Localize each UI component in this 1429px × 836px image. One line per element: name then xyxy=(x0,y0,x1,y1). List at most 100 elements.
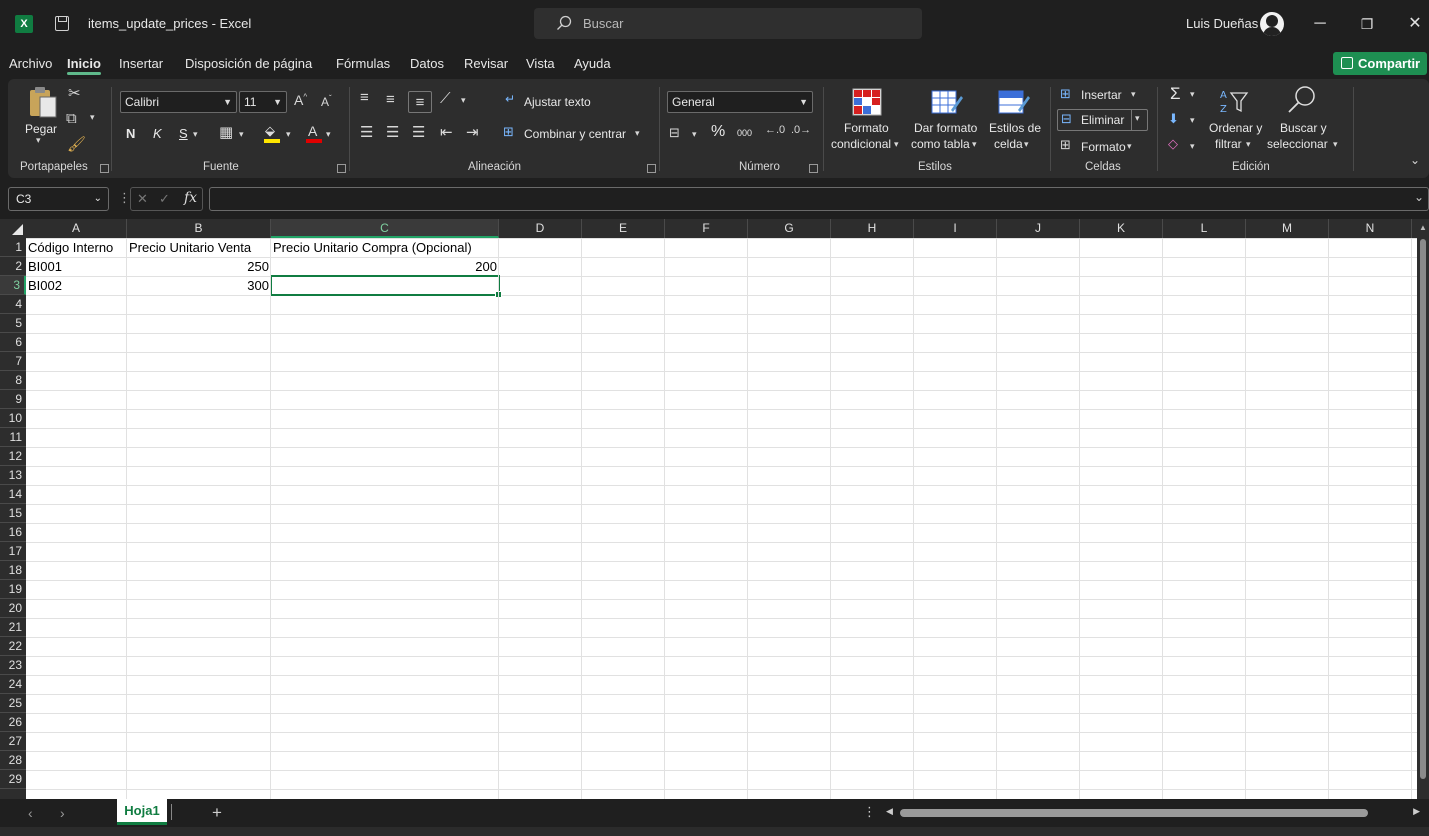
bold-button[interactable]: N xyxy=(126,126,135,141)
row-header-19[interactable]: 19 xyxy=(0,580,26,599)
add-sheet-button[interactable]: + xyxy=(212,803,222,823)
horizontal-scrollbar[interactable]: ◀ ▶ xyxy=(886,806,1420,819)
scroll-right-icon[interactable]: ▶ xyxy=(1413,806,1420,817)
row-header-2[interactable]: 2 xyxy=(0,257,26,276)
row-header-15[interactable]: 15 xyxy=(0,504,26,523)
row-header-1[interactable]: 1 xyxy=(0,238,26,257)
autosum-chevron-icon[interactable]: ▾ xyxy=(1190,89,1195,100)
table-chevron-icon[interactable]: ▾ xyxy=(972,139,977,150)
decrease-font-icon[interactable]: Aˇ xyxy=(321,94,332,109)
column-header-l[interactable]: L xyxy=(1163,219,1246,238)
cut-icon[interactable]: ✂ xyxy=(68,84,81,102)
clear-icon[interactable]: ◇ xyxy=(1168,136,1178,152)
format-cells-icon[interactable]: ⊞ xyxy=(1060,137,1071,153)
increase-decimal-icon[interactable]: ←.0 xyxy=(765,124,785,136)
currency-chevron-icon[interactable]: ▾ xyxy=(692,129,697,140)
name-box[interactable]: C3 ⌄ xyxy=(8,187,109,211)
row-header-10[interactable]: 10 xyxy=(0,409,26,428)
tab-vista[interactable]: Vista xyxy=(526,56,555,71)
format-as-table-line1[interactable]: Dar formato xyxy=(914,121,977,135)
tab-archivo[interactable]: Archivo xyxy=(9,56,52,71)
row-header-3[interactable]: 3 xyxy=(0,276,26,295)
scroll-left-icon[interactable]: ◀ xyxy=(886,806,893,817)
conditional-format-line1[interactable]: Formato xyxy=(844,121,889,135)
row-header-5[interactable]: 5 xyxy=(0,314,26,333)
format-chevron-icon[interactable]: ▾ xyxy=(1127,141,1132,152)
currency-icon[interactable]: ⊟ xyxy=(669,125,680,141)
conditional-format-icon[interactable] xyxy=(852,88,882,116)
row-header-18[interactable]: 18 xyxy=(0,561,26,580)
row-header-21[interactable]: 21 xyxy=(0,618,26,637)
row-header-29[interactable]: 29 xyxy=(0,770,26,789)
row-header-20[interactable]: 20 xyxy=(0,599,26,618)
collapse-ribbon-icon[interactable]: ⌄ xyxy=(1410,153,1420,167)
format-cells-button[interactable]: Formato xyxy=(1081,140,1126,154)
cell-styles-chevron-icon[interactable]: ▾ xyxy=(1024,139,1029,150)
align-middle-icon[interactable]: ≡ xyxy=(386,91,395,108)
clear-chevron-icon[interactable]: ▾ xyxy=(1190,141,1195,152)
minimize-button[interactable]: ─ xyxy=(1310,14,1330,34)
decrease-indent-icon[interactable]: ⇤ xyxy=(440,123,453,141)
insert-cells-icon[interactable]: ⊞ xyxy=(1060,86,1071,102)
clipboard-launcher-icon[interactable] xyxy=(100,164,109,173)
active-cell-C3[interactable] xyxy=(270,275,502,298)
italic-button[interactable]: K xyxy=(153,126,162,141)
row-header-12[interactable]: 12 xyxy=(0,447,26,466)
borders-icon[interactable]: ▦ xyxy=(219,123,233,141)
row-header-26[interactable]: 26 xyxy=(0,713,26,732)
row-header-9[interactable]: 9 xyxy=(0,390,26,409)
row-header-24[interactable]: 24 xyxy=(0,675,26,694)
underline-chevron-icon[interactable]: ▾ xyxy=(193,129,198,140)
tab-splitter-icon[interactable]: ⋮ xyxy=(863,804,876,820)
column-header-e[interactable]: E xyxy=(582,219,665,238)
row-header-28[interactable]: 28 xyxy=(0,751,26,770)
tab-inicio[interactable]: Inicio xyxy=(67,56,101,75)
increase-indent-icon[interactable]: ⇥ xyxy=(466,123,479,141)
alignment-launcher-icon[interactable] xyxy=(647,164,656,173)
number-launcher-icon[interactable] xyxy=(809,164,818,173)
select-all-button[interactable] xyxy=(0,219,26,238)
next-sheet-icon[interactable]: › xyxy=(60,805,65,821)
close-button[interactable]: ✕ xyxy=(1405,14,1425,34)
prev-sheet-icon[interactable]: ‹ xyxy=(28,805,33,821)
copy-chevron-icon[interactable]: ▾ xyxy=(90,112,95,123)
borders-chevron-icon[interactable]: ▾ xyxy=(239,129,244,140)
paste-label[interactable]: Pegar xyxy=(25,122,57,136)
align-center-icon[interactable]: ☰ xyxy=(386,123,399,141)
row-header-22[interactable]: 22 xyxy=(0,637,26,656)
delete-cells-button[interactable]: ⊟ Eliminar ▾ xyxy=(1057,109,1148,131)
column-header-h[interactable]: H xyxy=(831,219,914,238)
column-header-k[interactable]: K xyxy=(1080,219,1163,238)
cell-B1[interactable]: Precio Unitario Venta xyxy=(127,238,271,257)
row-header-16[interactable]: 16 xyxy=(0,523,26,542)
search-box[interactable]: Buscar xyxy=(534,8,922,39)
insert-function-button[interactable]: fx xyxy=(184,190,197,206)
autosum-icon[interactable]: Σ xyxy=(1170,84,1181,104)
cell-C1[interactable]: Precio Unitario Compra (Opcional) xyxy=(271,238,499,257)
decrease-decimal-icon[interactable]: .0→ xyxy=(791,124,811,136)
row-header-25[interactable]: 25 xyxy=(0,694,26,713)
find-select-line1[interactable]: Buscar y xyxy=(1280,121,1327,135)
paste-chevron-icon[interactable]: ▾ xyxy=(36,135,41,146)
column-header-n[interactable]: N xyxy=(1329,219,1412,238)
cancel-entry-icon[interactable]: ✕ xyxy=(137,191,148,207)
cell-B2[interactable]: 250 xyxy=(127,257,271,276)
font-color-icon[interactable]: A xyxy=(306,123,322,143)
increase-font-icon[interactable]: A^ xyxy=(294,92,307,108)
vertical-scroll-thumb[interactable] xyxy=(1420,239,1426,779)
align-left-icon[interactable]: ☰ xyxy=(360,123,373,141)
cell-grid[interactable]: Código Interno Precio Unitario Venta Pre… xyxy=(26,238,1417,799)
percent-button[interactable]: % xyxy=(711,123,725,141)
expand-formula-icon[interactable]: ⌄ xyxy=(1414,190,1424,204)
cell-A1[interactable]: Código Interno xyxy=(26,238,127,257)
thousands-button[interactable]: 000 xyxy=(737,128,752,138)
user-name[interactable]: Luis Dueñas xyxy=(1186,16,1258,31)
row-header-17[interactable]: 17 xyxy=(0,542,26,561)
scroll-up-icon[interactable]: ▲ xyxy=(1419,223,1427,232)
cell-styles-line1[interactable]: Estilos de xyxy=(989,121,1041,135)
sort-filter-line1[interactable]: Ordenar y xyxy=(1209,121,1262,135)
column-header-c[interactable]: C xyxy=(271,219,499,238)
copy-icon[interactable]: ⧉ xyxy=(66,110,77,127)
orientation-chevron-icon[interactable]: ▾ xyxy=(461,95,466,106)
row-header-4[interactable]: 4 xyxy=(0,295,26,314)
